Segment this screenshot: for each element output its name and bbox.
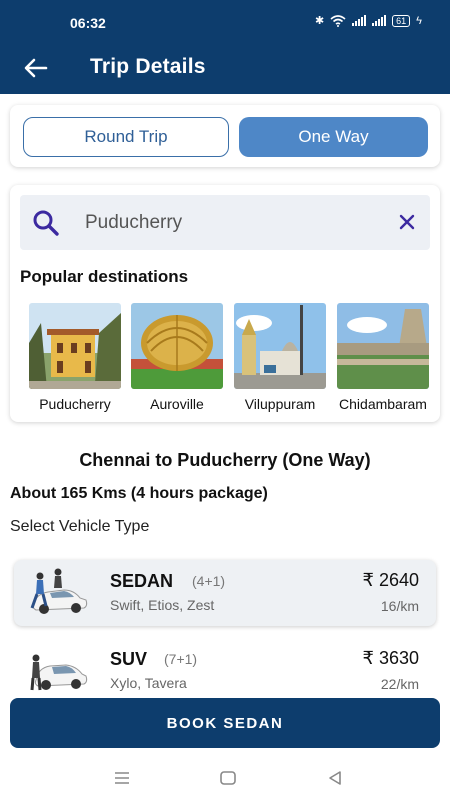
destination-puducherry[interactable]: Puducherry	[29, 303, 121, 412]
destination-image	[234, 303, 326, 389]
clear-icon[interactable]	[398, 213, 416, 231]
system-navigation-bar	[0, 756, 450, 800]
battery-icon: 61	[392, 14, 411, 27]
destination-label: Chidambaram	[339, 396, 427, 412]
vehicle-price: ₹ 3630	[362, 648, 420, 668]
wifi-icon	[330, 14, 346, 27]
select-vehicle-label: Select Vehicle Type	[10, 518, 150, 535]
search-value: Puducherry	[85, 212, 183, 233]
destination-image	[337, 303, 429, 389]
destination-auroville[interactable]: Auroville	[131, 303, 223, 412]
book-button[interactable]: BOOK SEDAN	[10, 698, 440, 748]
charging-icon: ϟ	[416, 14, 422, 27]
home-icon[interactable]	[218, 768, 238, 788]
vehicle-capacity: (4+1)	[192, 573, 226, 589]
vehicle-capacity: (7+1)	[164, 651, 198, 667]
destination-label: Viluppuram	[244, 396, 316, 412]
destination-image	[131, 303, 223, 389]
destination-image	[29, 303, 121, 389]
round-trip-button[interactable]: Round Trip	[23, 117, 229, 157]
destination-chidambaram[interactable]: Chidambaram	[337, 303, 429, 412]
route-title: Chennai to Puducherry (One Way)	[79, 450, 371, 470]
destination-label: Puducherry	[39, 396, 111, 412]
signal-icon	[352, 15, 367, 26]
destination-card: Puducherry Popular destinations Puducher…	[10, 185, 440, 422]
vehicle-option-suv[interactable]: SUV (7+1) Xylo, Tavera ₹ 3630 22/km	[14, 638, 436, 704]
status-bar: 06:32 ✱ 61 ϟ	[0, 0, 450, 44]
destination-label: Auroville	[150, 396, 204, 412]
vehicle-rate: 16/km	[380, 598, 419, 614]
arrow-left-icon[interactable]	[22, 54, 50, 82]
status-time: 06:32	[70, 15, 106, 31]
distance-text: About 165 Kms (4 hours package)	[10, 485, 268, 502]
destination-viluppuram[interactable]: Viluppuram	[234, 303, 326, 412]
suv-car-icon	[30, 654, 88, 691]
bluetooth-icon: ✱	[314, 15, 325, 27]
vehicle-name: SEDAN	[110, 571, 174, 591]
signal-icon-2	[372, 15, 387, 26]
menu-icon[interactable]	[112, 768, 132, 788]
trip-type-card: Round Trip One Way	[10, 105, 440, 167]
search-input[interactable]: Puducherry	[20, 195, 430, 250]
app-bar: Trip Details	[0, 44, 450, 94]
vehicle-models: Xylo, Tavera	[110, 675, 187, 691]
sedan-car-icon	[30, 568, 88, 614]
one-way-button[interactable]: One Way	[239, 117, 428, 157]
search-icon	[33, 210, 59, 236]
vehicle-price: ₹ 2640	[362, 570, 420, 590]
back-triangle-icon[interactable]	[325, 768, 345, 788]
vehicle-name: SUV	[110, 649, 148, 669]
page-title: Trip Details	[90, 55, 206, 78]
vehicle-rate: 22/km	[380, 676, 419, 692]
popular-destinations-heading: Popular destinations	[20, 267, 189, 286]
vehicle-option-sedan[interactable]: SEDAN (4+1) Swift, Etios, Zest ₹ 2640 16…	[14, 560, 436, 626]
status-icons: ✱ 61 ϟ	[315, 14, 422, 27]
vehicle-models: Swift, Etios, Zest	[110, 597, 215, 613]
